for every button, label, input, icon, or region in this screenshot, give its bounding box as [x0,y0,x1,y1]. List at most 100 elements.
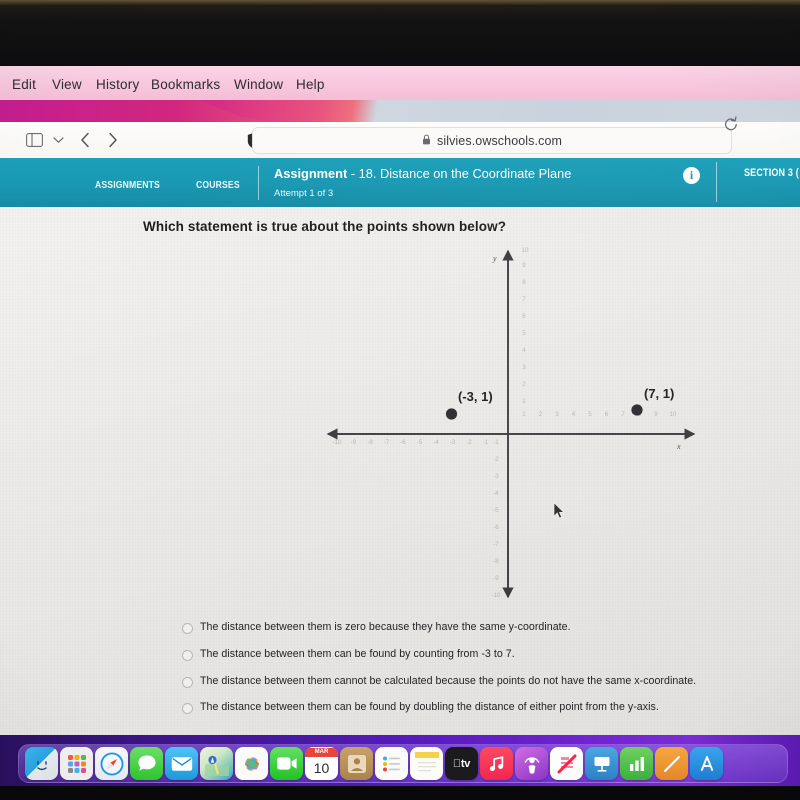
address-bar[interactable]: silvies.owschools.com [252,127,732,154]
reminders-icon[interactable] [375,747,408,780]
numbers-icon[interactable] [620,747,653,780]
svg-text:-9: -9 [493,575,499,582]
question-prompt: Which statement is true about the points… [143,219,507,234]
photos-icon[interactable] [235,747,268,780]
menu-item-window[interactable]: Window [234,77,283,92]
svg-text:7: 7 [522,296,526,303]
music-icon[interactable] [480,747,513,780]
appletv-icon[interactable]: tv [445,747,478,780]
calendar-icon[interactable]: MAR 10 [305,747,338,780]
assignment-title: Assignment - 18. Distance on the Coordin… [274,166,571,181]
svg-text:-2: -2 [493,456,499,463]
svg-text:5: 5 [522,330,526,337]
svg-text:4: 4 [522,347,526,354]
notes-icon[interactable] [410,747,443,780]
svg-text:-10: -10 [333,439,343,446]
svg-text:1: 1 [522,411,526,418]
finder-icon[interactable] [25,747,58,780]
nav-courses[interactable]: COURSES [196,179,240,191]
menu-item-bookmarks[interactable]: Bookmarks [151,77,220,92]
assignment-name: - 18. Distance on the Coordinate Plane [347,166,572,181]
nav-assignments[interactable]: ASSIGNMENTS [95,179,160,191]
x-axis-tick-labels-positive: 12 34 56 78 910 [522,411,677,418]
screen-photo: Edit View History Bookmarks Window Help [0,0,800,800]
podcasts-icon[interactable] [515,747,548,780]
sidebar-icon[interactable] [26,133,43,147]
data-point-1-label: (-3, 1) [458,389,493,404]
svg-text:-8: -8 [493,558,499,565]
appletv-label: tv [453,757,470,770]
reload-icon[interactable] [723,116,739,138]
assignment-label: Assignment [274,166,348,181]
forward-arrow-icon[interactable] [108,132,118,148]
news-icon[interactable] [550,747,583,780]
x-axis-label: x [676,442,681,451]
svg-text:6: 6 [605,411,609,418]
lock-icon [422,132,431,150]
svg-text:-4: -4 [433,439,439,446]
menu-item-edit[interactable]: Edit [12,77,36,92]
contacts-icon[interactable] [340,747,373,780]
svg-text:5: 5 [588,411,592,418]
svg-text:-4: -4 [493,490,499,497]
svg-text:6: 6 [522,313,526,320]
radio-button-3[interactable] [182,677,193,688]
radio-button-2[interactable] [182,650,193,661]
back-arrow-icon[interactable] [80,132,90,148]
attempt-status: Attempt 1 of 3 [274,188,334,199]
macos-dock: MAR 10 tv [18,744,788,783]
svg-text:7: 7 [621,411,625,418]
svg-text:-1: -1 [493,439,499,446]
screen-bezel-bottom [0,786,800,800]
answer-option-2[interactable]: The distance between them can be found b… [182,648,515,661]
appstore-icon[interactable] [690,747,723,780]
answer-option-4[interactable]: The distance between them can be found b… [182,701,659,714]
svg-text:1: 1 [522,398,526,405]
answer-option-4-label: The distance between them can be found b… [200,701,659,713]
svg-text:-7: -7 [384,439,390,446]
chevron-down-icon[interactable] [53,136,64,144]
svg-text:-5: -5 [417,439,423,446]
svg-text:-3: -3 [450,439,456,446]
answer-option-1-label: The distance between them is zero becaus… [200,621,571,633]
maps-icon[interactable] [200,747,233,780]
answer-option-1[interactable]: The distance between them is zero becaus… [182,621,571,634]
svg-text:-2: -2 [466,439,472,446]
messages-icon[interactable] [130,747,163,780]
menu-item-history[interactable]: History [96,77,139,92]
svg-text:-7: -7 [493,541,499,548]
safari-icon[interactable] [95,747,128,780]
mouse-pointer-icon [553,502,565,519]
y-axis-tick-labels-positive: 1 2 3 4 5 6 7 8 9 10 [522,247,529,405]
radio-button-4[interactable] [182,703,193,714]
svg-text:-5: -5 [493,507,499,514]
keynote-icon[interactable] [585,747,618,780]
menu-item-view[interactable]: View [52,77,82,92]
coordinate-plane-svg: -10-9 -8-7 -6-5 -4-3 -2-1 12 34 56 78 91… [326,247,696,599]
data-point-2-label: (7, 1) [644,386,675,401]
pages-icon[interactable] [655,747,688,780]
data-point-1 [445,408,458,420]
svg-text:3: 3 [522,364,526,371]
answer-option-3[interactable]: The distance between them cannot be calc… [182,675,696,688]
y-axis-tick-labels-negative: -1 -2 -3 -4 -5 -6 -7 -8 -9 -10 [492,439,502,599]
info-icon[interactable]: i [683,167,700,184]
svg-text:-10: -10 [492,592,502,599]
svg-text:4: 4 [572,411,576,418]
screen-bezel-top [0,0,800,68]
radio-button-1[interactable] [182,623,193,634]
coordinate-plane-graph: -10-9 -8-7 -6-5 -4-3 -2-1 12 34 56 78 91… [320,247,700,602]
menu-item-help[interactable]: Help [296,77,325,92]
assignment-page: Which statement is true about the points… [0,207,800,735]
svg-text:-1: -1 [483,439,489,446]
url-text: silvies.owschools.com [436,133,563,148]
svg-text:8: 8 [522,279,526,286]
mail-icon[interactable] [165,747,198,780]
svg-text:-9: -9 [351,439,357,446]
answer-option-3-label: The distance between them cannot be calc… [200,675,697,687]
facetime-icon[interactable] [270,747,303,780]
svg-text:10: 10 [522,247,529,254]
launchpad-icon[interactable] [60,747,93,780]
y-axis-label: y [492,254,497,263]
svg-text:-3: -3 [493,473,499,480]
